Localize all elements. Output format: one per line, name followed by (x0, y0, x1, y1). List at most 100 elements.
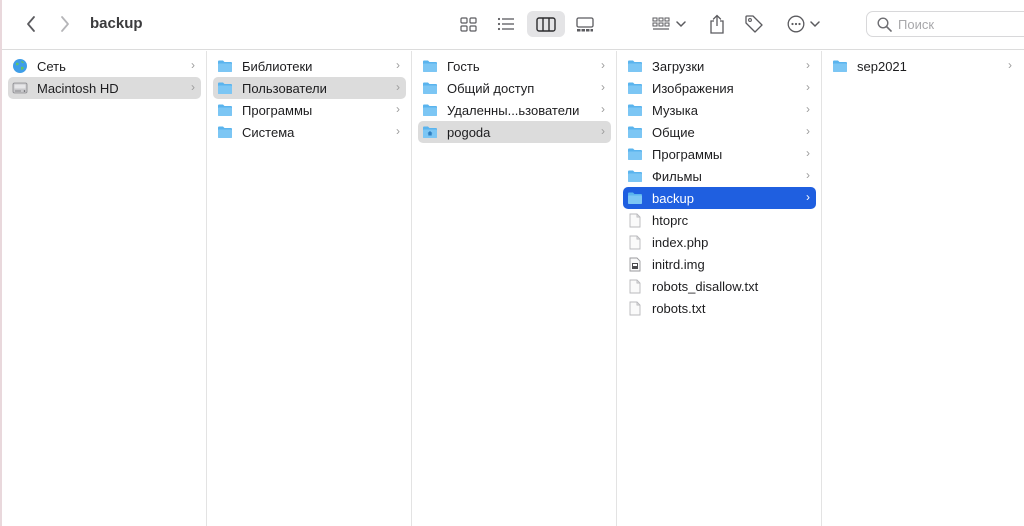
file-row-label: Загрузки (652, 58, 705, 74)
folder-icon (627, 102, 643, 118)
tag-button[interactable] (740, 11, 768, 37)
file-row[interactable]: Фильмы › (623, 165, 816, 187)
file-row[interactable]: Музыка › (623, 99, 816, 121)
group-icon (652, 17, 670, 30)
chevron-left-icon (27, 16, 35, 32)
file-row[interactable]: Общий доступ › (418, 77, 611, 99)
file-row[interactable]: Программы › (213, 99, 406, 121)
file-row-label: robots.txt (652, 300, 706, 316)
document-icon (627, 300, 643, 316)
browser-column: Загрузки › Изображения › Музыка › Общие › Програ… (617, 51, 822, 526)
chevron-right-icon: › (191, 80, 195, 94)
file-row-label: sep2021 (857, 58, 907, 74)
grid-icon (459, 16, 477, 32)
more-actions-button[interactable] (782, 11, 824, 37)
gallery-view-button[interactable] (570, 11, 600, 37)
file-row[interactable]: Общие › (623, 121, 816, 143)
chevron-right-icon: › (396, 80, 400, 94)
folder-icon (627, 124, 643, 140)
column-browser: Сеть › Macintosh HD › Библиотеки › Пользовател… (2, 51, 1024, 526)
column-view-button[interactable] (527, 11, 565, 37)
file-row[interactable]: Библиотеки › (213, 55, 406, 77)
forward-button[interactable] (54, 13, 76, 35)
file-row[interactable]: Пользователи › (213, 77, 406, 99)
file-row-label: Общие (652, 124, 695, 140)
file-row[interactable]: Macintosh HD › (8, 77, 201, 99)
file-row-label: Удаленны...ьзователи (447, 102, 580, 118)
file-row-label: pogoda (447, 124, 491, 140)
hard-drive-icon (12, 80, 28, 96)
file-row-label: Фильмы (652, 168, 702, 184)
file-row-label: index.php (652, 234, 709, 250)
chevron-down-icon (676, 21, 686, 28)
folder-icon (422, 80, 438, 96)
network-globe-icon (12, 58, 28, 74)
search-placeholder: Поиск (898, 17, 935, 32)
file-row[interactable]: robots.txt (623, 297, 816, 319)
file-row-label: Macintosh HD (37, 80, 119, 96)
search-field[interactable]: Поиск (866, 11, 1024, 37)
file-row[interactable]: backup › (623, 187, 816, 209)
browser-column: Библиотеки › Пользователи › Программы › Систем… (207, 51, 412, 526)
file-row-label: Сеть (37, 58, 66, 74)
file-row[interactable]: Система › (213, 121, 406, 143)
folder-icon (217, 124, 233, 140)
share-button[interactable] (704, 11, 730, 37)
folder-icon (627, 58, 643, 74)
folder-icon (627, 146, 643, 162)
columns-icon (536, 16, 556, 32)
file-row-label: robots_disallow.txt (652, 278, 759, 294)
chevron-right-icon: › (601, 80, 605, 94)
group-button[interactable] (648, 11, 690, 37)
file-row[interactable]: pogoda › (418, 121, 611, 143)
chevron-right-icon (61, 16, 69, 32)
file-row[interactable]: index.php (623, 231, 816, 253)
chevron-right-icon: › (806, 168, 810, 182)
browser-column: Гость › Общий доступ › Удаленны...ьзователи ›… (412, 51, 617, 526)
home-folder-icon (422, 124, 438, 140)
file-row[interactable]: sep2021 › (828, 55, 1018, 77)
browser-column: sep2021 › (822, 51, 1024, 526)
file-row-label: Система (242, 124, 295, 140)
file-row-label: backup (652, 190, 694, 206)
file-row-label: Общий доступ (447, 80, 535, 96)
folder-icon (217, 102, 233, 118)
window-title: backup (90, 15, 143, 32)
file-row-label: Музыка (652, 102, 698, 118)
chevron-right-icon: › (396, 124, 400, 138)
file-row[interactable]: Гость › (418, 55, 611, 77)
browser-column: Сеть › Macintosh HD › (2, 51, 207, 526)
file-row-label: initrd.img (652, 256, 705, 272)
share-icon (710, 14, 724, 34)
file-row[interactable]: htoprc (623, 209, 816, 231)
folder-icon (217, 80, 233, 96)
file-row[interactable]: Загрузки › (623, 55, 816, 77)
file-row[interactable]: Сеть › (8, 55, 201, 77)
chevron-down-icon (809, 21, 820, 28)
file-row[interactable]: robots_disallow.txt (623, 275, 816, 297)
chevron-right-icon: › (601, 58, 605, 72)
folder-icon (832, 58, 848, 74)
icon-view-button[interactable] (454, 11, 482, 37)
list-view-button[interactable] (492, 11, 520, 37)
search-icon (877, 17, 892, 32)
toolbar: backup Поиск (2, 0, 1024, 50)
list-icon (497, 17, 514, 31)
chevron-right-icon: › (396, 102, 400, 116)
file-row-label: htoprc (652, 212, 689, 228)
file-row[interactable]: Программы › (623, 143, 816, 165)
folder-icon (422, 102, 438, 118)
chevron-right-icon: › (601, 102, 605, 116)
document-icon (627, 234, 643, 250)
file-row[interactable]: Удаленны...ьзователи › (418, 99, 611, 121)
folder-icon (217, 58, 233, 74)
tag-icon (745, 15, 763, 33)
folder-icon (627, 190, 643, 206)
file-row[interactable]: initrd.img (623, 253, 816, 275)
folder-icon (422, 58, 438, 74)
document-icon (627, 212, 643, 228)
gallery-icon (576, 16, 594, 31)
back-button[interactable] (20, 13, 42, 35)
file-row[interactable]: Изображения › (623, 77, 816, 99)
chevron-right-icon: › (1008, 58, 1012, 72)
